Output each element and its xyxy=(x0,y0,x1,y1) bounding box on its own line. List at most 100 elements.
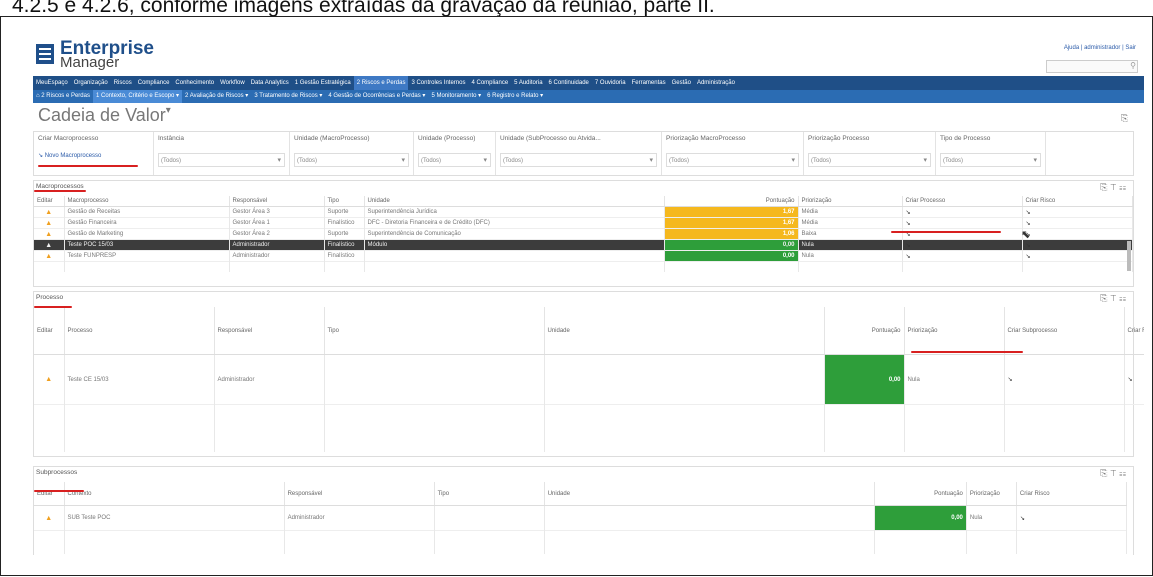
column-header[interactable]: Criar Processo xyxy=(902,196,1023,207)
table-row[interactable]: ▲ SUB Teste POC Administrador 0,00 Nula ↘ xyxy=(34,505,1128,531)
search-input[interactable]: ⚲ xyxy=(1046,60,1138,73)
table-row[interactable]: ▲ Teste POC 15/03 Administrador Finalístico… xyxy=(34,239,1133,251)
filter-icon[interactable]: ⊤ xyxy=(1110,468,1119,478)
column-header[interactable]: Priorização xyxy=(798,196,903,207)
column-header[interactable]: Macroprocesso xyxy=(64,196,230,207)
create-arrow-icon[interactable]: ↘ xyxy=(902,250,1023,262)
nav-item[interactable]: 2 Riscos e Perdas xyxy=(353,76,409,90)
column-header[interactable]: Editar xyxy=(34,307,65,356)
column-header[interactable]: Pontuação xyxy=(664,196,799,207)
table-row[interactable]: ▲ Gestão de Receitas Gestor Área 3 Suporte S… xyxy=(34,206,1133,218)
create-arrow-icon[interactable]: ↘ xyxy=(902,217,1023,229)
create-arrow-icon[interactable]: ↘ xyxy=(1022,206,1133,218)
filter-select[interactable]: (Todos) ▾ xyxy=(294,153,409,167)
chevron-down-icon[interactable]: ▾ xyxy=(483,154,487,168)
column-header[interactable]: Responsável xyxy=(284,482,435,507)
subnav-item[interactable]: 6 Registro e Relato ▾ xyxy=(484,90,546,103)
export-icon[interactable]: ⎘ xyxy=(1100,293,1110,303)
edit-warning-icon[interactable]: ▲ xyxy=(34,354,65,405)
subnav-item[interactable]: 3 Tratamento de Riscos ▾ xyxy=(251,90,325,103)
column-header[interactable]: Unidade xyxy=(544,482,875,507)
table-row[interactable]: ▲ Gestão Financeira Gestor Área 1 Finalísti… xyxy=(34,217,1133,229)
column-header[interactable]: Criar Risco xyxy=(1016,482,1128,507)
nav-item[interactable]: Organização xyxy=(71,76,111,90)
column-header[interactable]: Tipo xyxy=(324,307,545,356)
nav-item[interactable]: 1 Gestão Estratégica xyxy=(292,76,354,90)
columns-icon[interactable]: ☷ xyxy=(1119,468,1129,478)
chevron-down-icon[interactable]: ▾ xyxy=(277,154,281,168)
nav-item[interactable]: 4 Compliance xyxy=(468,76,511,90)
column-header[interactable]: Responsável xyxy=(229,196,325,207)
column-header[interactable]: Unidade xyxy=(364,196,665,207)
filter-select[interactable]: (Todos) ▾ xyxy=(158,153,285,167)
column-header[interactable]: Criar Subprocesso xyxy=(1004,307,1125,356)
create-arrow-icon[interactable]: ↘ xyxy=(1022,228,1133,240)
filter-select[interactable]: (Todos) ▾ xyxy=(666,153,799,167)
column-header[interactable]: Tipo xyxy=(324,196,365,207)
chevron-down-icon[interactable]: ▾ xyxy=(649,154,653,168)
nav-item[interactable]: Gestão xyxy=(669,76,694,90)
title-dropdown-icon[interactable]: ▾ xyxy=(166,105,171,116)
create-arrow-icon[interactable]: ↘ xyxy=(1022,217,1133,229)
edit-warning-icon[interactable]: ▲ xyxy=(34,228,65,240)
nav-item[interactable]: MeuEspaço xyxy=(33,76,71,90)
edit-warning-icon[interactable]: ▲ xyxy=(34,217,65,229)
filter-select[interactable]: (Todos) ▾ xyxy=(940,153,1041,167)
columns-icon[interactable]: ☷ xyxy=(1119,293,1129,303)
create-arrow-icon[interactable]: ↘ xyxy=(902,206,1023,218)
search-icon[interactable]: ⚲ xyxy=(1130,61,1136,70)
column-header[interactable]: Tipo xyxy=(434,482,545,507)
filter-select[interactable]: (Todos) ▾ xyxy=(418,153,491,167)
column-header[interactable]: Pontuação xyxy=(824,307,905,356)
chevron-down-icon[interactable]: ▾ xyxy=(401,154,405,168)
edit-warning-icon[interactable]: ▲ xyxy=(34,505,65,531)
create-arrow-icon[interactable]: ↘ xyxy=(1004,354,1125,405)
table-row[interactable]: ▲ Teste FUNPRESP Administrador Finalístico 0… xyxy=(34,250,1133,262)
create-arrow-icon[interactable]: ↘ xyxy=(1022,250,1133,262)
column-header[interactable]: Editar xyxy=(34,196,65,207)
export-icon[interactable]: ⎘ xyxy=(1121,113,1128,124)
column-header[interactable]: Priorização xyxy=(904,307,1005,356)
column-header[interactable]: Priorização xyxy=(966,482,1017,507)
subnav-item[interactable]: ⌂ 2 Riscos e Perdas xyxy=(33,90,93,103)
edit-warning-icon[interactable]: ▲ xyxy=(34,250,65,262)
filter-icon[interactable]: ⊤ xyxy=(1110,182,1119,192)
create-arrow-icon[interactable]: ↘ xyxy=(1124,354,1144,405)
nav-item[interactable]: 7 Ouvidoria xyxy=(592,76,629,90)
chevron-down-icon[interactable]: ▾ xyxy=(791,154,795,168)
filter-select[interactable]: (Todos) ▾ xyxy=(500,153,657,167)
nav-item[interactable]: 3 Controles Internos xyxy=(408,76,468,90)
filter-icon[interactable]: ⊤ xyxy=(1110,293,1119,303)
column-header[interactable]: Processo xyxy=(64,307,215,356)
nav-item[interactable]: Administração xyxy=(694,76,738,90)
nav-item[interactable]: Ferramentas xyxy=(629,76,669,90)
export-icon[interactable]: ⎘ xyxy=(1100,182,1110,192)
subnav-item[interactable]: 5 Monitoramento ▾ xyxy=(428,90,484,103)
filter-select[interactable]: (Todos) ▾ xyxy=(808,153,931,167)
chevron-down-icon[interactable]: ▾ xyxy=(1033,154,1037,168)
columns-icon[interactable]: ☷ xyxy=(1119,182,1129,192)
column-header[interactable]: Unidade xyxy=(544,307,825,356)
new-macroprocess-link[interactable]: ↘ Novo Macroprocesso xyxy=(38,152,101,159)
column-header[interactable]: Contexto xyxy=(64,482,285,507)
nav-item[interactable]: Workflow xyxy=(217,76,248,90)
create-arrow-icon[interactable]: ↘ xyxy=(1016,505,1128,531)
column-header[interactable]: Editar xyxy=(34,482,65,507)
column-header[interactable]: Pontuação xyxy=(874,482,967,507)
create-arrow-icon[interactable]: ↘ xyxy=(1022,239,1133,251)
nav-item[interactable]: Compliance xyxy=(135,76,173,90)
export-icon[interactable]: ⎘ xyxy=(1100,468,1110,478)
edit-warning-icon[interactable]: ▲ xyxy=(34,206,65,218)
column-header[interactable]: Criar Risco xyxy=(1124,307,1144,356)
nav-item[interactable]: Conhecimento xyxy=(172,76,217,90)
column-header[interactable]: Criar Risco xyxy=(1022,196,1133,207)
nav-item[interactable]: 6 Continuidade xyxy=(546,76,592,90)
nav-item[interactable]: Data Analytics xyxy=(248,76,292,90)
nav-item[interactable]: 5 Auditoria xyxy=(511,76,545,90)
scrollbar[interactable] xyxy=(1127,241,1131,271)
edit-warning-icon[interactable]: ▲ xyxy=(34,239,65,251)
subnav-item[interactable]: 4 Gestão de Ocorrências e Perdas ▾ xyxy=(325,90,428,103)
create-arrow-icon[interactable]: ↘ xyxy=(902,239,1023,251)
top-links[interactable]: Ajuda | administrador | Sair xyxy=(1064,45,1136,51)
column-header[interactable]: Responsável xyxy=(214,307,325,356)
